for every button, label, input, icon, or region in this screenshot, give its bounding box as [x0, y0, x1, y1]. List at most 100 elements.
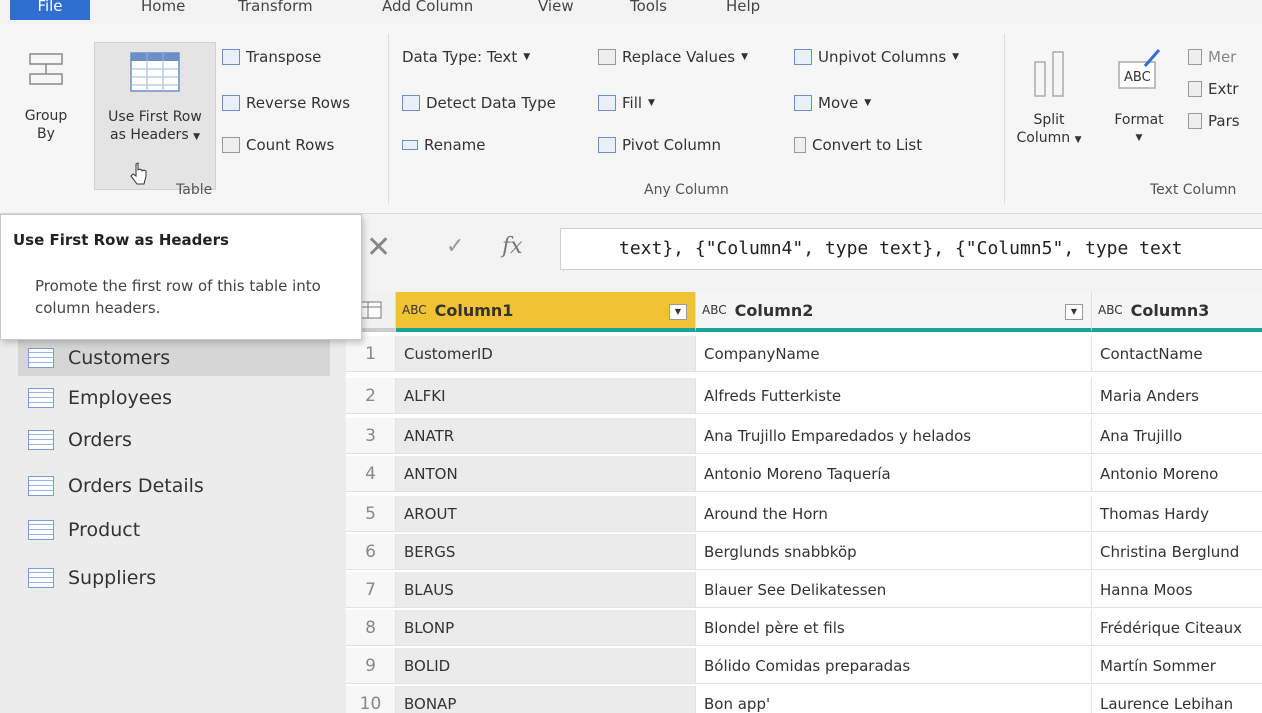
- cell[interactable]: ANTON: [396, 456, 696, 492]
- unpivot-columns-label: Unpivot Columns: [818, 48, 947, 66]
- rename-button[interactable]: Rename: [402, 136, 486, 154]
- split-column-button[interactable]: Split Column ▼: [1014, 46, 1084, 149]
- cell[interactable]: CompanyName: [696, 336, 1092, 372]
- cell[interactable]: Bólido Comidas preparadas: [696, 648, 1092, 684]
- cell[interactable]: Hanna Moos: [1092, 572, 1262, 608]
- column-header-column2[interactable]: ABC Column2 ▼: [696, 292, 1092, 332]
- move-label: Move: [818, 94, 859, 112]
- rename-label: Rename: [424, 136, 486, 154]
- cell[interactable]: Bon app': [696, 686, 1092, 713]
- extract-button[interactable]: Extr: [1188, 80, 1238, 98]
- fx-icon[interactable]: fx: [502, 234, 523, 259]
- cell[interactable]: Laurence Lebihan: [1092, 686, 1262, 713]
- pivot-column-button[interactable]: Pivot Column: [598, 136, 721, 154]
- cell[interactable]: BERGS: [396, 534, 696, 570]
- split-column-label-2-wrap: Column ▼: [1014, 129, 1084, 149]
- table-row: 2 ALFKI Alfreds Futterkiste Maria Anders: [346, 378, 1262, 414]
- data-type-label: Data Type: Text: [402, 48, 518, 66]
- row-number: 7: [346, 572, 396, 608]
- tab-file[interactable]: File: [10, 0, 90, 20]
- column-header-label: Column1: [434, 300, 514, 320]
- transpose-button[interactable]: Transpose: [222, 48, 321, 66]
- cell[interactable]: ANATR: [396, 418, 696, 454]
- cancel-icon[interactable]: ✕: [366, 230, 391, 265]
- tab-add-column[interactable]: Add Column: [376, 0, 479, 20]
- cell[interactable]: BONAP: [396, 686, 696, 713]
- cell[interactable]: Christina Berglund: [1092, 534, 1262, 570]
- group-by-icon: [29, 53, 63, 85]
- tooltip: Use First Row as Headers Promote the fir…: [0, 214, 362, 340]
- use-first-row-button[interactable]: Use First Row as Headers ▼: [94, 42, 216, 190]
- column-header-column1[interactable]: ABC Column1 ▼: [396, 292, 696, 332]
- transpose-icon: [222, 49, 240, 65]
- cell[interactable]: Antonio Moreno: [1092, 456, 1262, 492]
- chevron-down-icon: ▼: [864, 98, 872, 108]
- query-item-product[interactable]: Product: [18, 512, 330, 548]
- cell[interactable]: BLAUS: [396, 572, 696, 608]
- cell[interactable]: BLONP: [396, 610, 696, 646]
- tab-view[interactable]: View: [532, 0, 580, 20]
- filter-dropdown-icon[interactable]: ▼: [669, 304, 687, 320]
- tab-transform[interactable]: Transform: [232, 0, 319, 20]
- text-type-icon[interactable]: ABC: [702, 303, 727, 317]
- replace-values-button[interactable]: Replace Values ▼: [598, 48, 748, 66]
- group-by-button[interactable]: Group By: [16, 50, 76, 143]
- query-item-employees[interactable]: Employees: [18, 380, 330, 416]
- cell[interactable]: Berglunds snabbköp: [696, 534, 1092, 570]
- convert-to-list-button[interactable]: Convert to List: [794, 136, 922, 154]
- table-icon: [28, 388, 54, 408]
- cell[interactable]: Blauer See Delikatessen: [696, 572, 1092, 608]
- data-grid: ABC Column1 ▼ ABC Column2 ▼ ABC Column3 …: [346, 292, 1262, 713]
- tab-home[interactable]: Home: [135, 0, 191, 20]
- cell[interactable]: Ana Trujillo Emparedados y helados: [696, 418, 1092, 454]
- tooltip-description: Promote the first row of this table into…: [35, 277, 321, 317]
- cell[interactable]: Alfreds Futterkiste: [696, 378, 1092, 414]
- row-number: 1: [346, 336, 396, 372]
- cell[interactable]: BOLID: [396, 648, 696, 684]
- text-type-icon[interactable]: ABC: [1098, 303, 1123, 317]
- move-button[interactable]: Move ▼: [794, 94, 871, 112]
- cell[interactable]: AROUT: [396, 496, 696, 532]
- merge-columns-button[interactable]: Mer: [1188, 48, 1236, 66]
- reverse-rows-button[interactable]: Reverse Rows: [222, 94, 350, 112]
- query-item-orders-details[interactable]: Orders Details: [18, 468, 330, 504]
- tooltip-title: Use First Row as Headers: [13, 231, 229, 249]
- cell[interactable]: Frédérique Citeaux: [1092, 610, 1262, 646]
- format-label: Format: [1114, 112, 1164, 128]
- text-type-icon[interactable]: ABC: [402, 303, 427, 317]
- fill-button[interactable]: Fill ▼: [598, 94, 655, 112]
- tab-help[interactable]: Help: [720, 0, 766, 20]
- cell[interactable]: Ana Trujillo: [1092, 418, 1262, 454]
- table-group-label: Table: [176, 182, 213, 198]
- formula-bar: ✕ ✓ fx text}, {"Column4", type text}, {"…: [346, 214, 1262, 280]
- data-type-dropdown[interactable]: Data Type: Text ▼: [402, 48, 530, 66]
- ribbon-separator: [1004, 34, 1005, 204]
- cell[interactable]: CustomerID: [396, 336, 696, 372]
- unpivot-columns-button[interactable]: Unpivot Columns ▼: [794, 48, 959, 66]
- cell[interactable]: ALFKI: [396, 378, 696, 414]
- reverse-rows-label: Reverse Rows: [246, 94, 351, 112]
- tab-tools[interactable]: Tools: [624, 0, 673, 20]
- table-headers-icon: [130, 52, 180, 92]
- format-button[interactable]: ABC Format ▼: [1106, 46, 1172, 147]
- count-rows-button[interactable]: Count Rows: [222, 136, 334, 154]
- cell[interactable]: Martín Sommer: [1092, 648, 1262, 684]
- chevron-down-icon: ▼: [1135, 133, 1143, 143]
- cell[interactable]: Maria Anders: [1092, 378, 1262, 414]
- commit-icon[interactable]: ✓: [446, 234, 464, 259]
- cell[interactable]: ContactName: [1092, 336, 1262, 372]
- group-by-label-1: Group: [24, 108, 68, 124]
- formula-input[interactable]: text}, {"Column4", type text}, {"Column5…: [560, 228, 1262, 270]
- cell[interactable]: Around the Horn: [696, 496, 1092, 532]
- query-item-suppliers[interactable]: Suppliers: [18, 560, 330, 596]
- parse-button[interactable]: Pars: [1188, 112, 1240, 130]
- column-header-column3[interactable]: ABC Column3: [1092, 292, 1262, 332]
- query-item-orders[interactable]: Orders: [18, 422, 330, 458]
- cell[interactable]: Antonio Moreno Taquería: [696, 456, 1092, 492]
- chevron-down-icon: ▼: [648, 98, 655, 108]
- cell[interactable]: Blondel père et fils: [696, 610, 1092, 646]
- detect-data-type-button[interactable]: Detect Data Type: [402, 94, 556, 112]
- query-item-customers[interactable]: Customers: [18, 340, 330, 376]
- filter-dropdown-icon[interactable]: ▼: [1065, 304, 1083, 320]
- cell[interactable]: Thomas Hardy: [1092, 496, 1262, 532]
